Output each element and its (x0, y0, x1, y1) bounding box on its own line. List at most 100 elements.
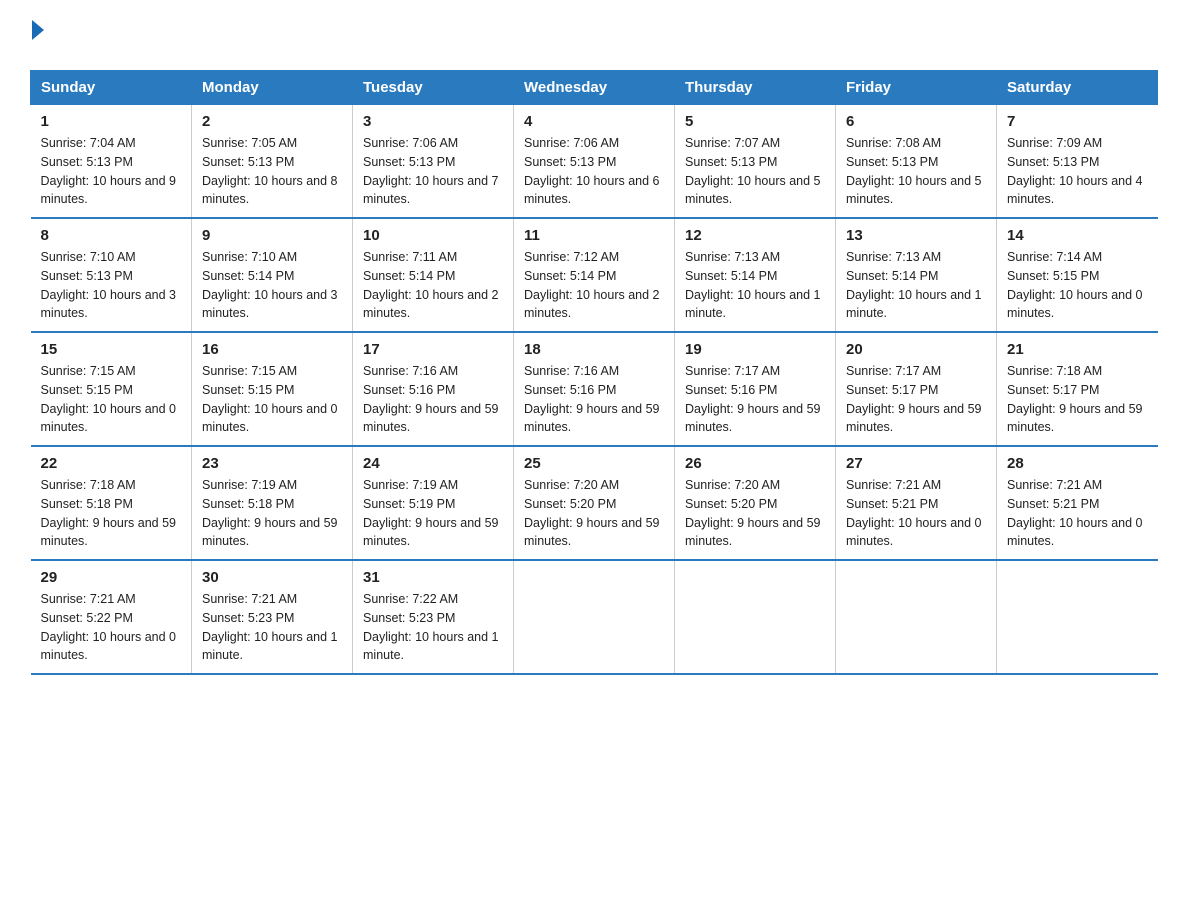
day-info: Sunrise: 7:19 AMSunset: 5:19 PMDaylight:… (363, 478, 499, 548)
day-number: 28 (1007, 455, 1148, 472)
day-info: Sunrise: 7:16 AMSunset: 5:16 PMDaylight:… (524, 364, 660, 434)
calendar-cell: 26 Sunrise: 7:20 AMSunset: 5:20 PMDaylig… (675, 446, 836, 560)
calendar-cell (675, 560, 836, 674)
calendar-cell: 18 Sunrise: 7:16 AMSunset: 5:16 PMDaylig… (514, 332, 675, 446)
day-info: Sunrise: 7:08 AMSunset: 5:13 PMDaylight:… (846, 136, 982, 206)
calendar-cell: 8 Sunrise: 7:10 AMSunset: 5:13 PMDayligh… (31, 218, 192, 332)
day-number: 19 (685, 341, 825, 358)
column-header-friday: Friday (836, 71, 997, 105)
calendar-cell: 17 Sunrise: 7:16 AMSunset: 5:16 PMDaylig… (353, 332, 514, 446)
calendar-cell: 5 Sunrise: 7:07 AMSunset: 5:13 PMDayligh… (675, 105, 836, 219)
column-header-monday: Monday (192, 71, 353, 105)
calendar-cell: 4 Sunrise: 7:06 AMSunset: 5:13 PMDayligh… (514, 105, 675, 219)
day-info: Sunrise: 7:06 AMSunset: 5:13 PMDaylight:… (524, 136, 660, 206)
calendar-week-row: 22 Sunrise: 7:18 AMSunset: 5:18 PMDaylig… (31, 446, 1158, 560)
day-info: Sunrise: 7:19 AMSunset: 5:18 PMDaylight:… (202, 478, 338, 548)
day-number: 14 (1007, 227, 1148, 244)
calendar-cell: 28 Sunrise: 7:21 AMSunset: 5:21 PMDaylig… (997, 446, 1158, 560)
calendar-cell: 22 Sunrise: 7:18 AMSunset: 5:18 PMDaylig… (31, 446, 192, 560)
calendar-cell: 15 Sunrise: 7:15 AMSunset: 5:15 PMDaylig… (31, 332, 192, 446)
day-info: Sunrise: 7:17 AMSunset: 5:17 PMDaylight:… (846, 364, 982, 434)
day-info: Sunrise: 7:06 AMSunset: 5:13 PMDaylight:… (363, 136, 499, 206)
day-info: Sunrise: 7:20 AMSunset: 5:20 PMDaylight:… (524, 478, 660, 548)
logo (30, 20, 44, 50)
day-number: 2 (202, 113, 342, 130)
day-number: 31 (363, 569, 503, 586)
day-info: Sunrise: 7:04 AMSunset: 5:13 PMDaylight:… (41, 136, 177, 206)
calendar-cell: 20 Sunrise: 7:17 AMSunset: 5:17 PMDaylig… (836, 332, 997, 446)
calendar-cell: 27 Sunrise: 7:21 AMSunset: 5:21 PMDaylig… (836, 446, 997, 560)
calendar-cell: 13 Sunrise: 7:13 AMSunset: 5:14 PMDaylig… (836, 218, 997, 332)
day-info: Sunrise: 7:22 AMSunset: 5:23 PMDaylight:… (363, 592, 499, 662)
calendar-cell: 23 Sunrise: 7:19 AMSunset: 5:18 PMDaylig… (192, 446, 353, 560)
day-number: 21 (1007, 341, 1148, 358)
day-number: 20 (846, 341, 986, 358)
day-number: 9 (202, 227, 342, 244)
calendar-cell: 24 Sunrise: 7:19 AMSunset: 5:19 PMDaylig… (353, 446, 514, 560)
calendar-cell (997, 560, 1158, 674)
calendar-week-row: 8 Sunrise: 7:10 AMSunset: 5:13 PMDayligh… (31, 218, 1158, 332)
day-number: 11 (524, 227, 664, 244)
day-number: 5 (685, 113, 825, 130)
day-number: 17 (363, 341, 503, 358)
day-info: Sunrise: 7:11 AMSunset: 5:14 PMDaylight:… (363, 250, 499, 320)
day-info: Sunrise: 7:12 AMSunset: 5:14 PMDaylight:… (524, 250, 660, 320)
calendar-cell: 25 Sunrise: 7:20 AMSunset: 5:20 PMDaylig… (514, 446, 675, 560)
column-header-thursday: Thursday (675, 71, 836, 105)
day-info: Sunrise: 7:05 AMSunset: 5:13 PMDaylight:… (202, 136, 338, 206)
day-number: 4 (524, 113, 664, 130)
day-info: Sunrise: 7:21 AMSunset: 5:23 PMDaylight:… (202, 592, 338, 662)
day-info: Sunrise: 7:21 AMSunset: 5:21 PMDaylight:… (1007, 478, 1143, 548)
day-number: 13 (846, 227, 986, 244)
day-number: 8 (41, 227, 182, 244)
day-info: Sunrise: 7:21 AMSunset: 5:22 PMDaylight:… (41, 592, 177, 662)
calendar-cell: 16 Sunrise: 7:15 AMSunset: 5:15 PMDaylig… (192, 332, 353, 446)
calendar-cell: 31 Sunrise: 7:22 AMSunset: 5:23 PMDaylig… (353, 560, 514, 674)
day-number: 15 (41, 341, 182, 358)
day-info: Sunrise: 7:10 AMSunset: 5:13 PMDaylight:… (41, 250, 177, 320)
day-info: Sunrise: 7:21 AMSunset: 5:21 PMDaylight:… (846, 478, 982, 548)
page-header (30, 20, 1158, 50)
calendar-cell (836, 560, 997, 674)
calendar-cell: 14 Sunrise: 7:14 AMSunset: 5:15 PMDaylig… (997, 218, 1158, 332)
column-header-sunday: Sunday (31, 71, 192, 105)
day-number: 27 (846, 455, 986, 472)
calendar-cell: 11 Sunrise: 7:12 AMSunset: 5:14 PMDaylig… (514, 218, 675, 332)
calendar-cell: 9 Sunrise: 7:10 AMSunset: 5:14 PMDayligh… (192, 218, 353, 332)
day-number: 3 (363, 113, 503, 130)
logo-arrow-icon (32, 20, 44, 40)
column-header-tuesday: Tuesday (353, 71, 514, 105)
day-info: Sunrise: 7:13 AMSunset: 5:14 PMDaylight:… (846, 250, 982, 320)
day-info: Sunrise: 7:18 AMSunset: 5:17 PMDaylight:… (1007, 364, 1143, 434)
calendar-cell: 12 Sunrise: 7:13 AMSunset: 5:14 PMDaylig… (675, 218, 836, 332)
day-number: 30 (202, 569, 342, 586)
day-number: 24 (363, 455, 503, 472)
day-info: Sunrise: 7:14 AMSunset: 5:15 PMDaylight:… (1007, 250, 1143, 320)
calendar-cell: 19 Sunrise: 7:17 AMSunset: 5:16 PMDaylig… (675, 332, 836, 446)
calendar-week-row: 15 Sunrise: 7:15 AMSunset: 5:15 PMDaylig… (31, 332, 1158, 446)
day-info: Sunrise: 7:15 AMSunset: 5:15 PMDaylight:… (41, 364, 177, 434)
day-number: 10 (363, 227, 503, 244)
calendar-cell: 10 Sunrise: 7:11 AMSunset: 5:14 PMDaylig… (353, 218, 514, 332)
calendar-cell: 29 Sunrise: 7:21 AMSunset: 5:22 PMDaylig… (31, 560, 192, 674)
day-info: Sunrise: 7:10 AMSunset: 5:14 PMDaylight:… (202, 250, 338, 320)
day-number: 12 (685, 227, 825, 244)
calendar-week-row: 1 Sunrise: 7:04 AMSunset: 5:13 PMDayligh… (31, 105, 1158, 219)
calendar-cell (514, 560, 675, 674)
day-info: Sunrise: 7:07 AMSunset: 5:13 PMDaylight:… (685, 136, 821, 206)
day-number: 29 (41, 569, 182, 586)
calendar-cell: 1 Sunrise: 7:04 AMSunset: 5:13 PMDayligh… (31, 105, 192, 219)
calendar-table: SundayMondayTuesdayWednesdayThursdayFrid… (30, 70, 1158, 675)
column-header-saturday: Saturday (997, 71, 1158, 105)
day-number: 16 (202, 341, 342, 358)
day-info: Sunrise: 7:13 AMSunset: 5:14 PMDaylight:… (685, 250, 821, 320)
day-number: 1 (41, 113, 182, 130)
calendar-cell: 3 Sunrise: 7:06 AMSunset: 5:13 PMDayligh… (353, 105, 514, 219)
calendar-header-row: SundayMondayTuesdayWednesdayThursdayFrid… (31, 71, 1158, 105)
calendar-week-row: 29 Sunrise: 7:21 AMSunset: 5:22 PMDaylig… (31, 560, 1158, 674)
calendar-cell: 21 Sunrise: 7:18 AMSunset: 5:17 PMDaylig… (997, 332, 1158, 446)
calendar-cell: 2 Sunrise: 7:05 AMSunset: 5:13 PMDayligh… (192, 105, 353, 219)
column-header-wednesday: Wednesday (514, 71, 675, 105)
day-number: 22 (41, 455, 182, 472)
calendar-cell: 7 Sunrise: 7:09 AMSunset: 5:13 PMDayligh… (997, 105, 1158, 219)
